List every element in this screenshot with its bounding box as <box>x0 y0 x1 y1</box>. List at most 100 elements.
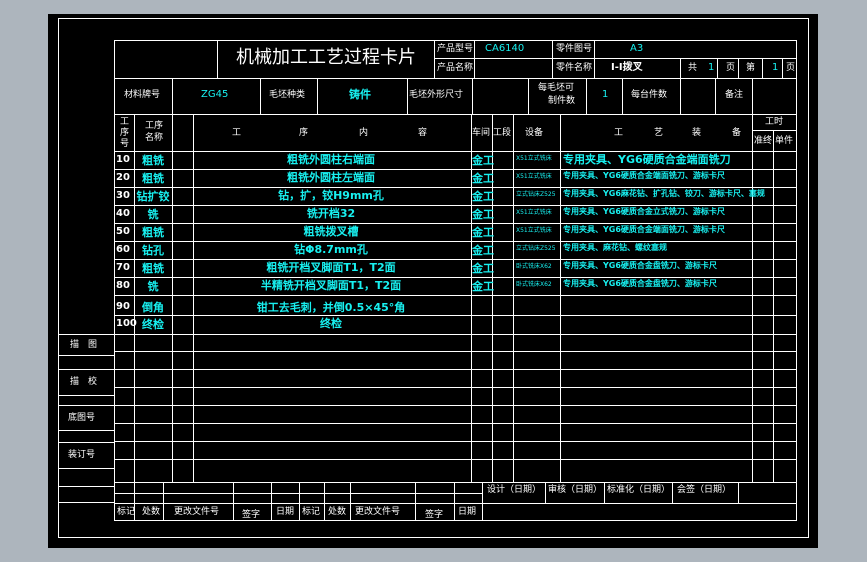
step-number: 40 <box>116 208 130 219</box>
rule <box>58 405 114 406</box>
col-tooling-1: 工 <box>614 128 624 138</box>
rule <box>114 78 797 79</box>
step-content: 铣开档32 <box>306 207 356 220</box>
part-name-label: 零件名称 <box>556 63 593 73</box>
row-rule <box>114 295 797 296</box>
step-content: 钳工去毛刺，并倒0.5×45°角 <box>256 301 406 314</box>
equipment-cell: 立式钻床Z525 <box>516 245 556 252</box>
col-unit: 单件 <box>775 136 794 146</box>
per-blank-label-2: 制件数 <box>548 96 576 106</box>
row-rule <box>114 259 797 260</box>
row-rule <box>114 459 797 460</box>
step-name: 铣 <box>147 208 159 221</box>
rule <box>454 482 455 521</box>
col-content-4: 容 <box>418 128 428 138</box>
step-name: 钻孔 <box>142 244 164 257</box>
step-content: 钻，扩，铰H9mm孔 <box>278 189 384 202</box>
rule <box>299 482 300 521</box>
rule <box>752 78 753 114</box>
step-number: 70 <box>116 262 130 273</box>
step-number: 10 <box>116 154 130 165</box>
total-label: 共 <box>688 63 698 73</box>
mark-label: 标记 <box>117 507 136 517</box>
row-rule <box>114 223 797 224</box>
standard-label: 标准化（日期） <box>607 485 671 495</box>
row-rule <box>114 405 797 406</box>
rule <box>472 78 473 114</box>
binding-no-label: 装订号 <box>68 450 96 460</box>
rule <box>163 482 164 521</box>
step-name: 倒角 <box>142 301 164 314</box>
rule <box>474 40 475 78</box>
rule <box>172 78 173 114</box>
workshop-cell: 金工 <box>472 208 494 221</box>
row-rule <box>114 187 797 188</box>
tooling-cell: 专用夹具、YG6硬质合金盘铣刀、游标卡尺 <box>563 279 717 288</box>
tooling-cell: 专用夹具、YG6硬质合金端面铣刀 <box>563 153 731 166</box>
blank-type-label: 毛坯种类 <box>269 90 306 100</box>
rule <box>622 78 623 114</box>
col-name-2: 名称 <box>145 133 164 143</box>
rule <box>586 78 587 114</box>
step-content: 粗铣外圆柱右端面 <box>287 153 375 166</box>
rule <box>604 482 605 503</box>
equipment-cell: X51立式铣床 <box>516 155 552 162</box>
step-name: 钻扩铰 <box>136 190 170 203</box>
col-seq-1: 工 <box>120 117 130 127</box>
remark-label: 备注 <box>725 90 744 100</box>
col-tooling-2: 艺 <box>654 128 664 138</box>
rule <box>762 58 763 78</box>
col-section: 工段 <box>493 128 512 138</box>
page-label: 页 <box>726 63 736 73</box>
step-number: 100 <box>116 318 137 329</box>
step-name: 粗铣 <box>142 226 164 239</box>
step-number: 50 <box>116 226 130 237</box>
product-name-label: 产品名称 <box>437 63 474 73</box>
step-content: 粗铣开档叉脚面T1，T2面 <box>266 261 396 274</box>
total-value: 1 <box>708 62 715 73</box>
step-number: 30 <box>116 190 130 201</box>
col-workshop: 车间 <box>472 128 491 138</box>
sign-label: 会签（日期） <box>677 485 732 495</box>
count-label-2: 处数 <box>328 507 347 517</box>
tooling-cell: 专用夹具、YG6硬质合金端面铣刀、游标卡尺 <box>563 171 725 180</box>
page-label-2: 页 <box>786 63 796 73</box>
rule <box>407 78 408 114</box>
tooling-cell: 专用夹具、YG6麻花钻、扩孔钻、铰刀、游标卡尺、塞规 <box>563 189 765 198</box>
proof-label: 描 校 <box>70 377 98 387</box>
step-content: 钻Φ8.7mm孔 <box>294 243 368 256</box>
row-rule <box>114 241 797 242</box>
material-label: 材料牌号 <box>124 90 161 100</box>
mark-label-2: 标记 <box>302 507 321 517</box>
workshop-cell: 金工 <box>472 190 494 203</box>
tooling-cell: 专用夹具、麻花钻、螺纹塞规 <box>563 243 667 252</box>
rule <box>217 40 218 78</box>
rule <box>415 482 416 521</box>
equipment-cell: 卧式铣床X62 <box>516 263 552 270</box>
rule <box>58 430 114 431</box>
rule <box>114 482 797 483</box>
rule <box>738 482 739 503</box>
page-title: 机械加工工艺过程卡片 <box>236 47 416 68</box>
rule <box>114 114 797 115</box>
rule <box>58 355 114 356</box>
step-content: 半精铣开档叉脚面T1，T2面 <box>260 279 402 292</box>
step-name: 粗铣 <box>142 262 164 275</box>
blank-size-label: 毛坯外形尺寸 <box>409 90 464 100</box>
date-label: 日期 <box>276 507 295 517</box>
per-blank-label-1: 每毛坯可 <box>538 83 575 93</box>
rule <box>738 58 739 78</box>
rule <box>434 58 797 59</box>
change-doc-label-2: 更改文件号 <box>355 507 401 517</box>
per-blank-value: 1 <box>602 89 609 100</box>
rule <box>672 482 673 503</box>
workshop-cell: 金工 <box>472 262 494 275</box>
col-equipment: 设备 <box>525 128 544 138</box>
sheet-value: 1 <box>772 62 779 73</box>
per-unit-label: 每台件数 <box>631 90 668 100</box>
rule <box>482 482 483 521</box>
row-rule <box>114 334 797 335</box>
rule <box>58 442 114 443</box>
rule <box>350 482 351 521</box>
col-tooling-4: 备 <box>732 128 742 138</box>
